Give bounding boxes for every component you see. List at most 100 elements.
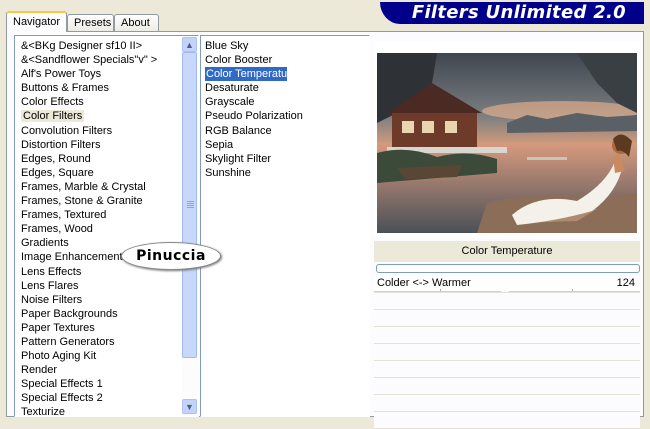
category-item[interactable]: Buttons & Frames: [19, 81, 179, 95]
category-item[interactable]: Frames, Stone & Granite: [19, 194, 179, 208]
category-item[interactable]: Edges, Square: [19, 166, 179, 180]
parameter-slider[interactable]: Colder <-> Warmer 124: [374, 276, 640, 293]
category-item-label: Frames, Textured: [21, 209, 107, 222]
category-item-label: Photo Aging Kit: [21, 350, 97, 363]
filter-list[interactable]: Blue Sky Color Booster Color Temperature De…: [200, 35, 370, 417]
category-item[interactable]: Distortion Filters: [19, 138, 179, 152]
category-item[interactable]: Texturize: [19, 405, 179, 417]
category-item-label: Buttons & Frames: [21, 82, 110, 95]
parameter-row-empty: [374, 361, 640, 378]
category-scrollbar[interactable]: ▲ ▼: [182, 36, 198, 416]
parameter-list: Colder <-> Warmer 124: [374, 276, 640, 429]
filter-item[interactable]: Sunshine: [203, 166, 363, 180]
watermark-signature: Pinuccia: [121, 242, 221, 270]
filter-item-label: Blue Sky: [205, 40, 249, 52]
parameter-label: Colder <-> Warmer: [377, 277, 471, 289]
parameter-row-empty: [374, 293, 640, 310]
category-item-label: Edges, Square: [21, 166, 94, 179]
category-item-label: Alf's Power Toys: [21, 68, 102, 81]
category-item[interactable]: Pattern Generators: [19, 335, 179, 349]
filter-item[interactable]: Sepia: [203, 138, 363, 152]
filter-item-label: Desaturate: [205, 82, 259, 95]
category-item-label: Special Effects 2: [21, 392, 103, 405]
filter-item-label: Pseudo Polarization: [205, 110, 303, 123]
slider-thumb[interactable]: [501, 286, 509, 292]
category-item[interactable]: Alf's Power Toys: [19, 67, 179, 81]
category-item-label: Texturize: [21, 406, 66, 417]
category-item[interactable]: Paper Textures: [19, 321, 179, 335]
category-item-label: Frames, Stone & Granite: [21, 195, 143, 208]
category-item-label: Paper Backgrounds: [21, 307, 118, 320]
chevron-up-icon[interactable]: ▲: [182, 37, 197, 52]
category-item[interactable]: Paper Backgrounds: [19, 307, 179, 321]
tab-presets[interactable]: Presets: [67, 14, 114, 31]
category-item[interactable]: Frames, Marble & Crystal: [19, 180, 179, 194]
category-item[interactable]: Special Effects 1: [19, 377, 179, 391]
parameter-row-empty: [374, 344, 640, 361]
category-item[interactable]: &<Sandflower Specials"v" >: [19, 53, 179, 67]
category-item-label: &<BKg Designer sf10 II>: [21, 40, 143, 52]
filter-item-label: Color Booster: [205, 54, 273, 67]
title-banner: Filters Unlimited 2.0: [380, 2, 644, 24]
category-item[interactable]: Noise Filters: [19, 293, 179, 307]
category-item-label: Special Effects 1: [21, 378, 103, 391]
category-item[interactable]: Color Filters: [19, 109, 179, 123]
category-item-label: Convolution Filters: [21, 124, 113, 137]
scrollbar-thumb[interactable]: [182, 52, 197, 358]
category-item-label: Distortion Filters: [21, 138, 101, 151]
category-item[interactable]: Convolution Filters: [19, 124, 179, 138]
category-item-label: Frames, Wood: [21, 223, 93, 236]
category-item-label: Lens Flares: [21, 279, 79, 292]
parameter-value: 124: [616, 277, 635, 289]
filter-item[interactable]: Skylight Filter: [203, 152, 363, 166]
tab-about[interactable]: About: [114, 14, 159, 31]
filter-item-label: Color Temperature: [205, 67, 297, 82]
filter-item[interactable]: Color Booster: [203, 53, 363, 67]
category-list[interactable]: &<BKg Designer sf10 II> &<Sandflower Spec…: [14, 35, 199, 417]
category-item[interactable]: Render: [19, 363, 179, 377]
category-item-label: Color Filters: [21, 110, 85, 123]
preview-image: [377, 53, 637, 233]
category-item[interactable]: Edges, Round: [19, 152, 179, 166]
category-item-label: Pattern Generators: [21, 335, 115, 348]
category-item[interactable]: Frames, Wood: [19, 222, 179, 236]
category-item-label: Noise Filters: [21, 293, 83, 306]
preview-pane: [374, 41, 640, 237]
progress-bar: [376, 264, 640, 273]
parameter-row-empty: [374, 412, 640, 429]
category-item[interactable]: Special Effects 2: [19, 391, 179, 405]
category-item[interactable]: &<BKg Designer sf10 II>: [19, 39, 179, 53]
category-item-label: Frames, Marble & Crystal: [21, 180, 146, 193]
parameter-row-empty: [374, 378, 640, 395]
parameter-row-empty: [374, 395, 640, 412]
filter-item[interactable]: Grayscale: [203, 95, 363, 109]
filter-item[interactable]: RGB Balance: [203, 124, 363, 138]
filter-item-label: Grayscale: [205, 96, 255, 109]
category-item-label: &<Sandflower Specials"v" >: [21, 54, 158, 67]
category-item-label: Render: [21, 364, 58, 377]
category-item[interactable]: Lens Flares: [19, 279, 179, 293]
filter-control-title: Color Temperature: [374, 241, 640, 262]
category-item[interactable]: Color Effects: [19, 95, 179, 109]
filter-item[interactable]: Color Temperature: [203, 67, 363, 82]
filter-item-label: Sunshine: [205, 166, 251, 179]
filter-item[interactable]: Blue Sky: [203, 39, 363, 53]
filter-item-label: Skylight Filter: [205, 152, 272, 165]
filter-item[interactable]: Desaturate: [203, 81, 363, 95]
parameter-row-empty: [374, 327, 640, 344]
parameter-row-empty: [374, 310, 640, 327]
app-title: Filters Unlimited 2.0: [411, 2, 626, 23]
category-item-label: Gradients: [21, 237, 69, 250]
category-item-label: Color Effects: [21, 96, 84, 109]
chevron-down-icon[interactable]: ▼: [182, 399, 197, 414]
category-item[interactable]: Photo Aging Kit: [19, 349, 179, 363]
filter-item-label: Sepia: [205, 138, 234, 151]
category-item-label: Image Enhancement: [21, 251, 123, 264]
filter-item[interactable]: Pseudo Polarization: [203, 109, 363, 123]
category-item-label: Paper Textures: [21, 321, 95, 334]
category-item-label: Edges, Round: [21, 152, 91, 165]
tab-navigator[interactable]: Navigator: [6, 11, 67, 32]
filter-item-label: RGB Balance: [205, 124, 272, 137]
category-item[interactable]: Frames, Textured: [19, 208, 179, 222]
category-item-label: Lens Effects: [21, 265, 82, 278]
